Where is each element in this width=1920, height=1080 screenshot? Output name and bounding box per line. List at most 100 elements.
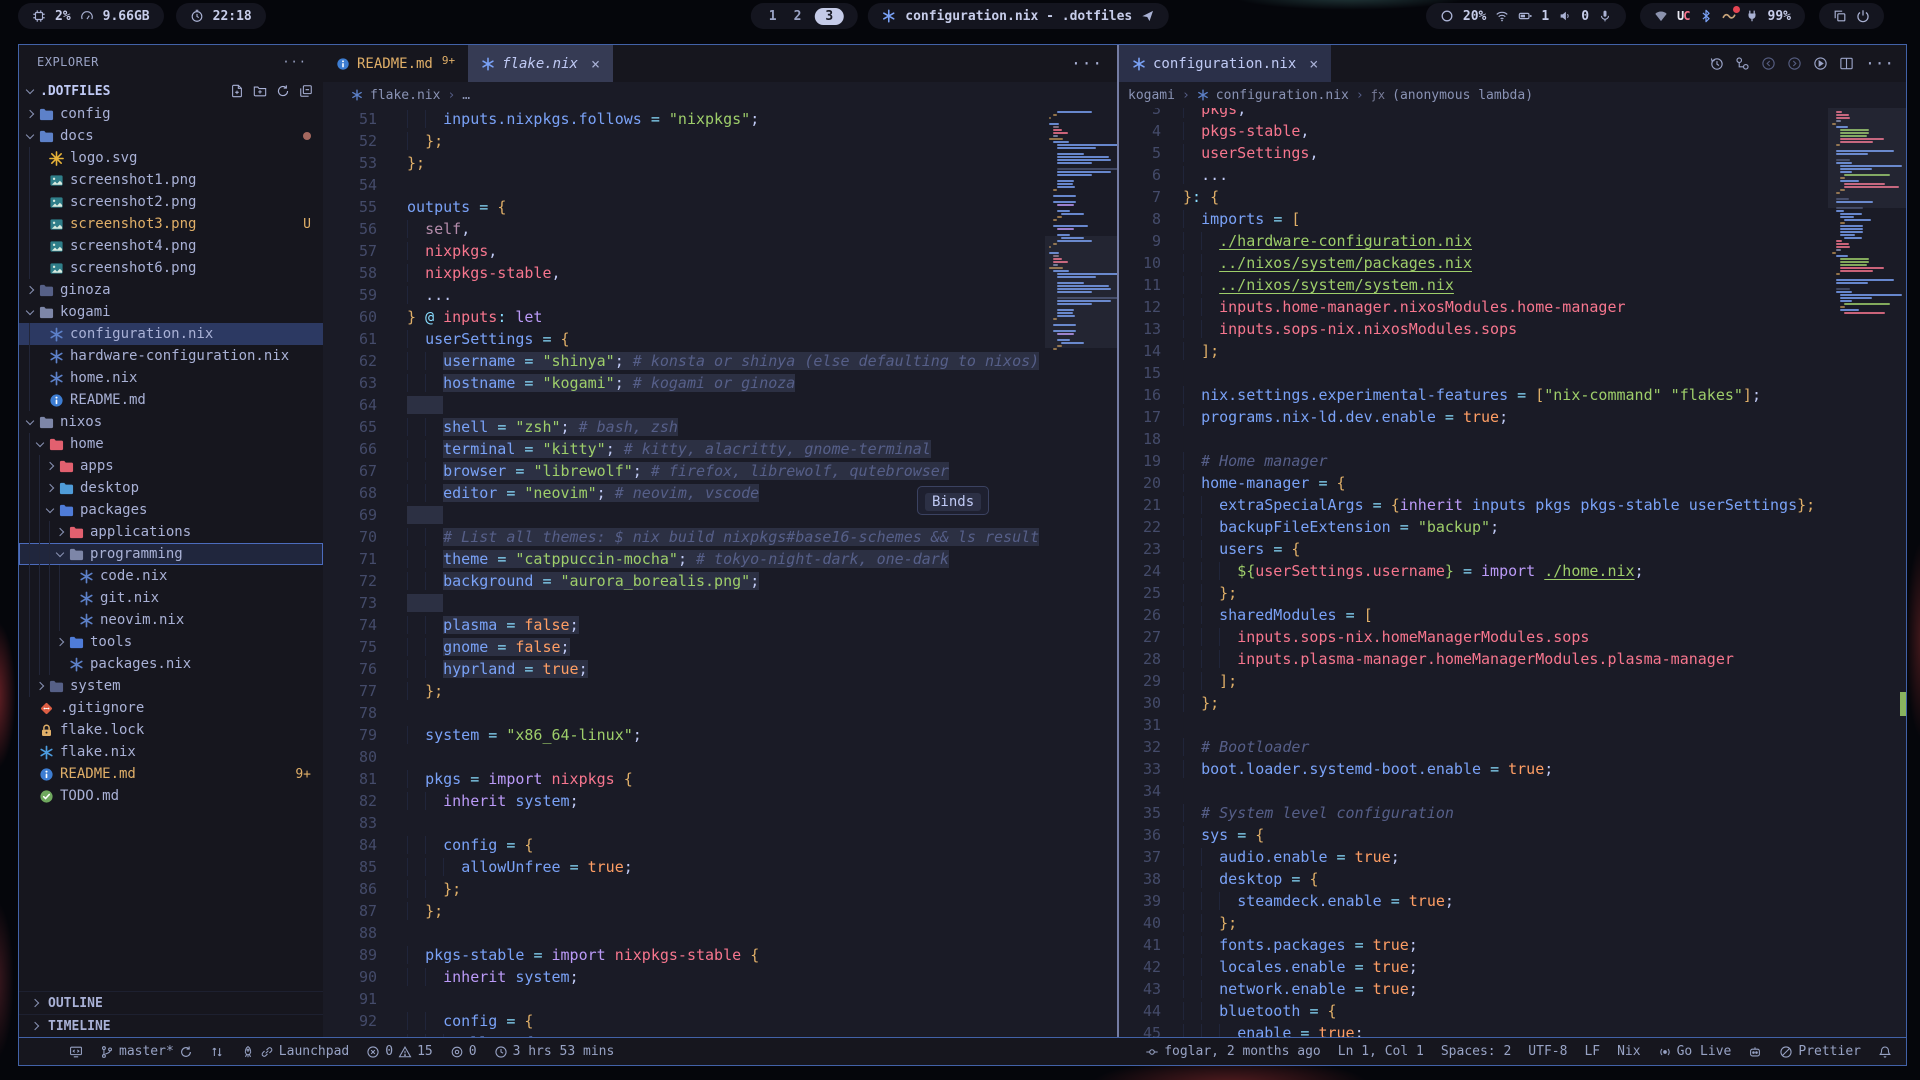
code-line-22[interactable]: 22 backupFileExtension = "backup";	[1119, 516, 1906, 538]
tree-item-flake.lock[interactable]: flake.lock	[19, 719, 323, 741]
tree-item-git.nix[interactable]: git.nix	[19, 587, 323, 609]
tree-item-home[interactable]: home	[19, 433, 323, 455]
code-line-74[interactable]: 74 plasma = false;	[323, 614, 1117, 636]
last-commit[interactable]: foglar, 2 months ago	[1145, 1044, 1321, 1059]
breadcrumb-item[interactable]: kogami	[1128, 88, 1175, 103]
tree-item-nixos[interactable]: nixos	[19, 411, 323, 433]
timeline-history-icon[interactable]	[1709, 56, 1724, 71]
tree-item-programming[interactable]: programming	[19, 543, 323, 565]
tray-widget[interactable]: UC 99%	[1640, 3, 1805, 29]
code-line-31[interactable]: 31	[1119, 714, 1906, 736]
code-line-66[interactable]: 66 terminal = "kitty"; # kitty, alacritt…	[323, 438, 1117, 460]
open-changes-icon[interactable]	[1735, 56, 1750, 71]
breadcrumb-item[interactable]: (anonymous lambda)	[1392, 88, 1533, 103]
code-line-26[interactable]: 26 sharedModules = [	[1119, 604, 1906, 626]
code-line-36[interactable]: 36 sys = {	[1119, 824, 1906, 846]
code-line-43[interactable]: 43 network.enable = true;	[1119, 978, 1906, 1000]
problems[interactable]: 015	[366, 1044, 432, 1059]
tree-item-readme.md[interactable]: README.md	[19, 389, 323, 411]
code-line-44[interactable]: 44 bluetooth = {	[1119, 1000, 1906, 1022]
code-line-15[interactable]: 15	[1119, 362, 1906, 384]
breadcrumb-item[interactable]: configuration.nix	[1216, 88, 1349, 103]
code-line-28[interactable]: 28 inputs.plasma-manager.homeManagerModu…	[1119, 648, 1906, 670]
code-line-54[interactable]: 54	[323, 174, 1117, 196]
code-line-8[interactable]: 8 imports = [	[1119, 208, 1906, 230]
tree-item-screenshot1.png[interactable]: screenshot1.png	[19, 169, 323, 191]
minimap[interactable]	[1828, 108, 1906, 1037]
code-line-83[interactable]: 83	[323, 812, 1117, 834]
tree-item-apps[interactable]: apps	[19, 455, 323, 477]
code-line-21[interactable]: 21 extraSpecialArgs = {inherit inputs pk…	[1119, 494, 1906, 516]
code-line-32[interactable]: 32 # Bootloader	[1119, 736, 1906, 758]
explorer-more-actions[interactable]: ···	[282, 55, 307, 69]
code-area[interactable]: 3 pkgs,4 pkgs-stable,5 userSettings,6 ..…	[1119, 108, 1906, 1037]
code-line-14[interactable]: 14 ];	[1119, 340, 1906, 362]
next-change-icon[interactable]	[1787, 56, 1802, 71]
section-timeline[interactable]: TIMELINE	[19, 1014, 323, 1037]
encoding[interactable]: UTF-8	[1528, 1044, 1567, 1059]
previous-change-icon[interactable]	[1761, 56, 1776, 71]
tree-item-tools[interactable]: tools	[19, 631, 323, 653]
code-line-61[interactable]: 61 userSettings = {	[323, 328, 1117, 350]
close-icon[interactable]: ×	[591, 55, 600, 73]
session-widget[interactable]	[1819, 3, 1884, 29]
code-line-34[interactable]: 34	[1119, 780, 1906, 802]
tree-item-packages.nix[interactable]: packages.nix	[19, 653, 323, 675]
tree-item-hardware-configuration.nix[interactable]: hardware-configuration.nix	[19, 345, 323, 367]
code-line-18[interactable]: 18	[1119, 428, 1906, 450]
git-branch[interactable]: master*	[100, 1044, 193, 1059]
new-folder-icon[interactable]	[253, 84, 267, 98]
collapse-all-icon[interactable]	[299, 84, 313, 98]
code-line-76[interactable]: 76 hyprland = true;	[323, 658, 1117, 680]
tree-item-applications[interactable]: applications	[19, 521, 323, 543]
more-actions-icon[interactable]: ···	[1865, 54, 1894, 73]
code-line-16[interactable]: 16 nix.settings.experimental-features = …	[1119, 384, 1906, 406]
tree-item-neovim.nix[interactable]: neovim.nix	[19, 609, 323, 631]
code-line-60[interactable]: 60} @ inputs: let	[323, 306, 1117, 328]
code-line-3[interactable]: 3 pkgs,	[1119, 108, 1906, 120]
code-line-38[interactable]: 38 desktop = {	[1119, 868, 1906, 890]
code-line-90[interactable]: 90 inherit system;	[323, 966, 1117, 988]
close-icon[interactable]: ×	[1309, 55, 1318, 73]
tree-item-home.nix[interactable]: home.nix	[19, 367, 323, 389]
sync-icon[interactable]	[179, 1045, 193, 1059]
editor-configuration-nix[interactable]: 3 pkgs,4 pkgs-stable,5 userSettings,6 ..…	[1119, 108, 1906, 1037]
code-area[interactable]: 51 inputs.nixpkgs.follows = "nixpkgs";52…	[323, 108, 1117, 1037]
breadcrumb-item[interactable]: …	[462, 88, 470, 103]
code-line-57[interactable]: 57 nixpkgs,	[323, 240, 1117, 262]
code-line-24[interactable]: 24 ${userSettings.username} = import ./h…	[1119, 560, 1906, 582]
code-line-10[interactable]: 10 ../nixos/system/packages.nix	[1119, 252, 1906, 274]
code-line-89[interactable]: 89 pkgs-stable = import nixpkgs-stable {	[323, 944, 1117, 966]
code-line-51[interactable]: 51 inputs.nixpkgs.follows = "nixpkgs";	[323, 108, 1117, 130]
tree-item-todo.md[interactable]: TODO.md	[19, 785, 323, 807]
minimap-slider[interactable]	[1045, 236, 1117, 348]
tree-item-screenshot4.png[interactable]: screenshot4.png	[19, 235, 323, 257]
code-line-63[interactable]: 63 hostname = "kogami"; # kogami or gino…	[323, 372, 1117, 394]
code-line-73[interactable]: 73	[323, 592, 1117, 614]
code-line-58[interactable]: 58 nixpkgs-stable,	[323, 262, 1117, 284]
code-line-33[interactable]: 33 boot.loader.systemd-boot.enable = tru…	[1119, 758, 1906, 780]
code-line-41[interactable]: 41 fonts.packages = true;	[1119, 934, 1906, 956]
code-line-65[interactable]: 65 shell = "zsh"; # bash, zsh	[323, 416, 1117, 438]
tree-item-screenshot3.png[interactable]: screenshot3.pngU	[19, 213, 323, 235]
tree-item-readme.md[interactable]: README.md9+	[19, 763, 323, 785]
code-line-72[interactable]: 72 background = "aurora_borealis.png";	[323, 570, 1117, 592]
code-line-7[interactable]: 7}: {	[1119, 186, 1906, 208]
workspace-1[interactable]: 1	[765, 9, 781, 24]
notifications[interactable]	[1878, 1045, 1892, 1059]
tree-item-screenshot6.png[interactable]: screenshot6.png	[19, 257, 323, 279]
tree-item-desktop[interactable]: desktop	[19, 477, 323, 499]
code-line-23[interactable]: 23 users = {	[1119, 538, 1906, 560]
tree-item-packages[interactable]: packages	[19, 499, 323, 521]
tree-item-docs[interactable]: docs	[19, 125, 323, 147]
new-file-icon[interactable]	[230, 84, 244, 98]
breadcrumb-item[interactable]: flake.nix	[370, 88, 440, 103]
tree-item-kogami[interactable]: kogami	[19, 301, 323, 323]
code-line-9[interactable]: 9 ./hardware-configuration.nix	[1119, 230, 1906, 252]
clock-widget[interactable]: 22:18	[176, 3, 266, 29]
tree-item-ginoza[interactable]: ginoza	[19, 279, 323, 301]
code-line-64[interactable]: 64	[323, 394, 1117, 416]
code-line-45[interactable]: 45 enable = true;	[1119, 1022, 1906, 1037]
run-file-icon[interactable]	[1813, 56, 1828, 71]
tab-readme[interactable]: README.md 9+	[323, 45, 468, 82]
